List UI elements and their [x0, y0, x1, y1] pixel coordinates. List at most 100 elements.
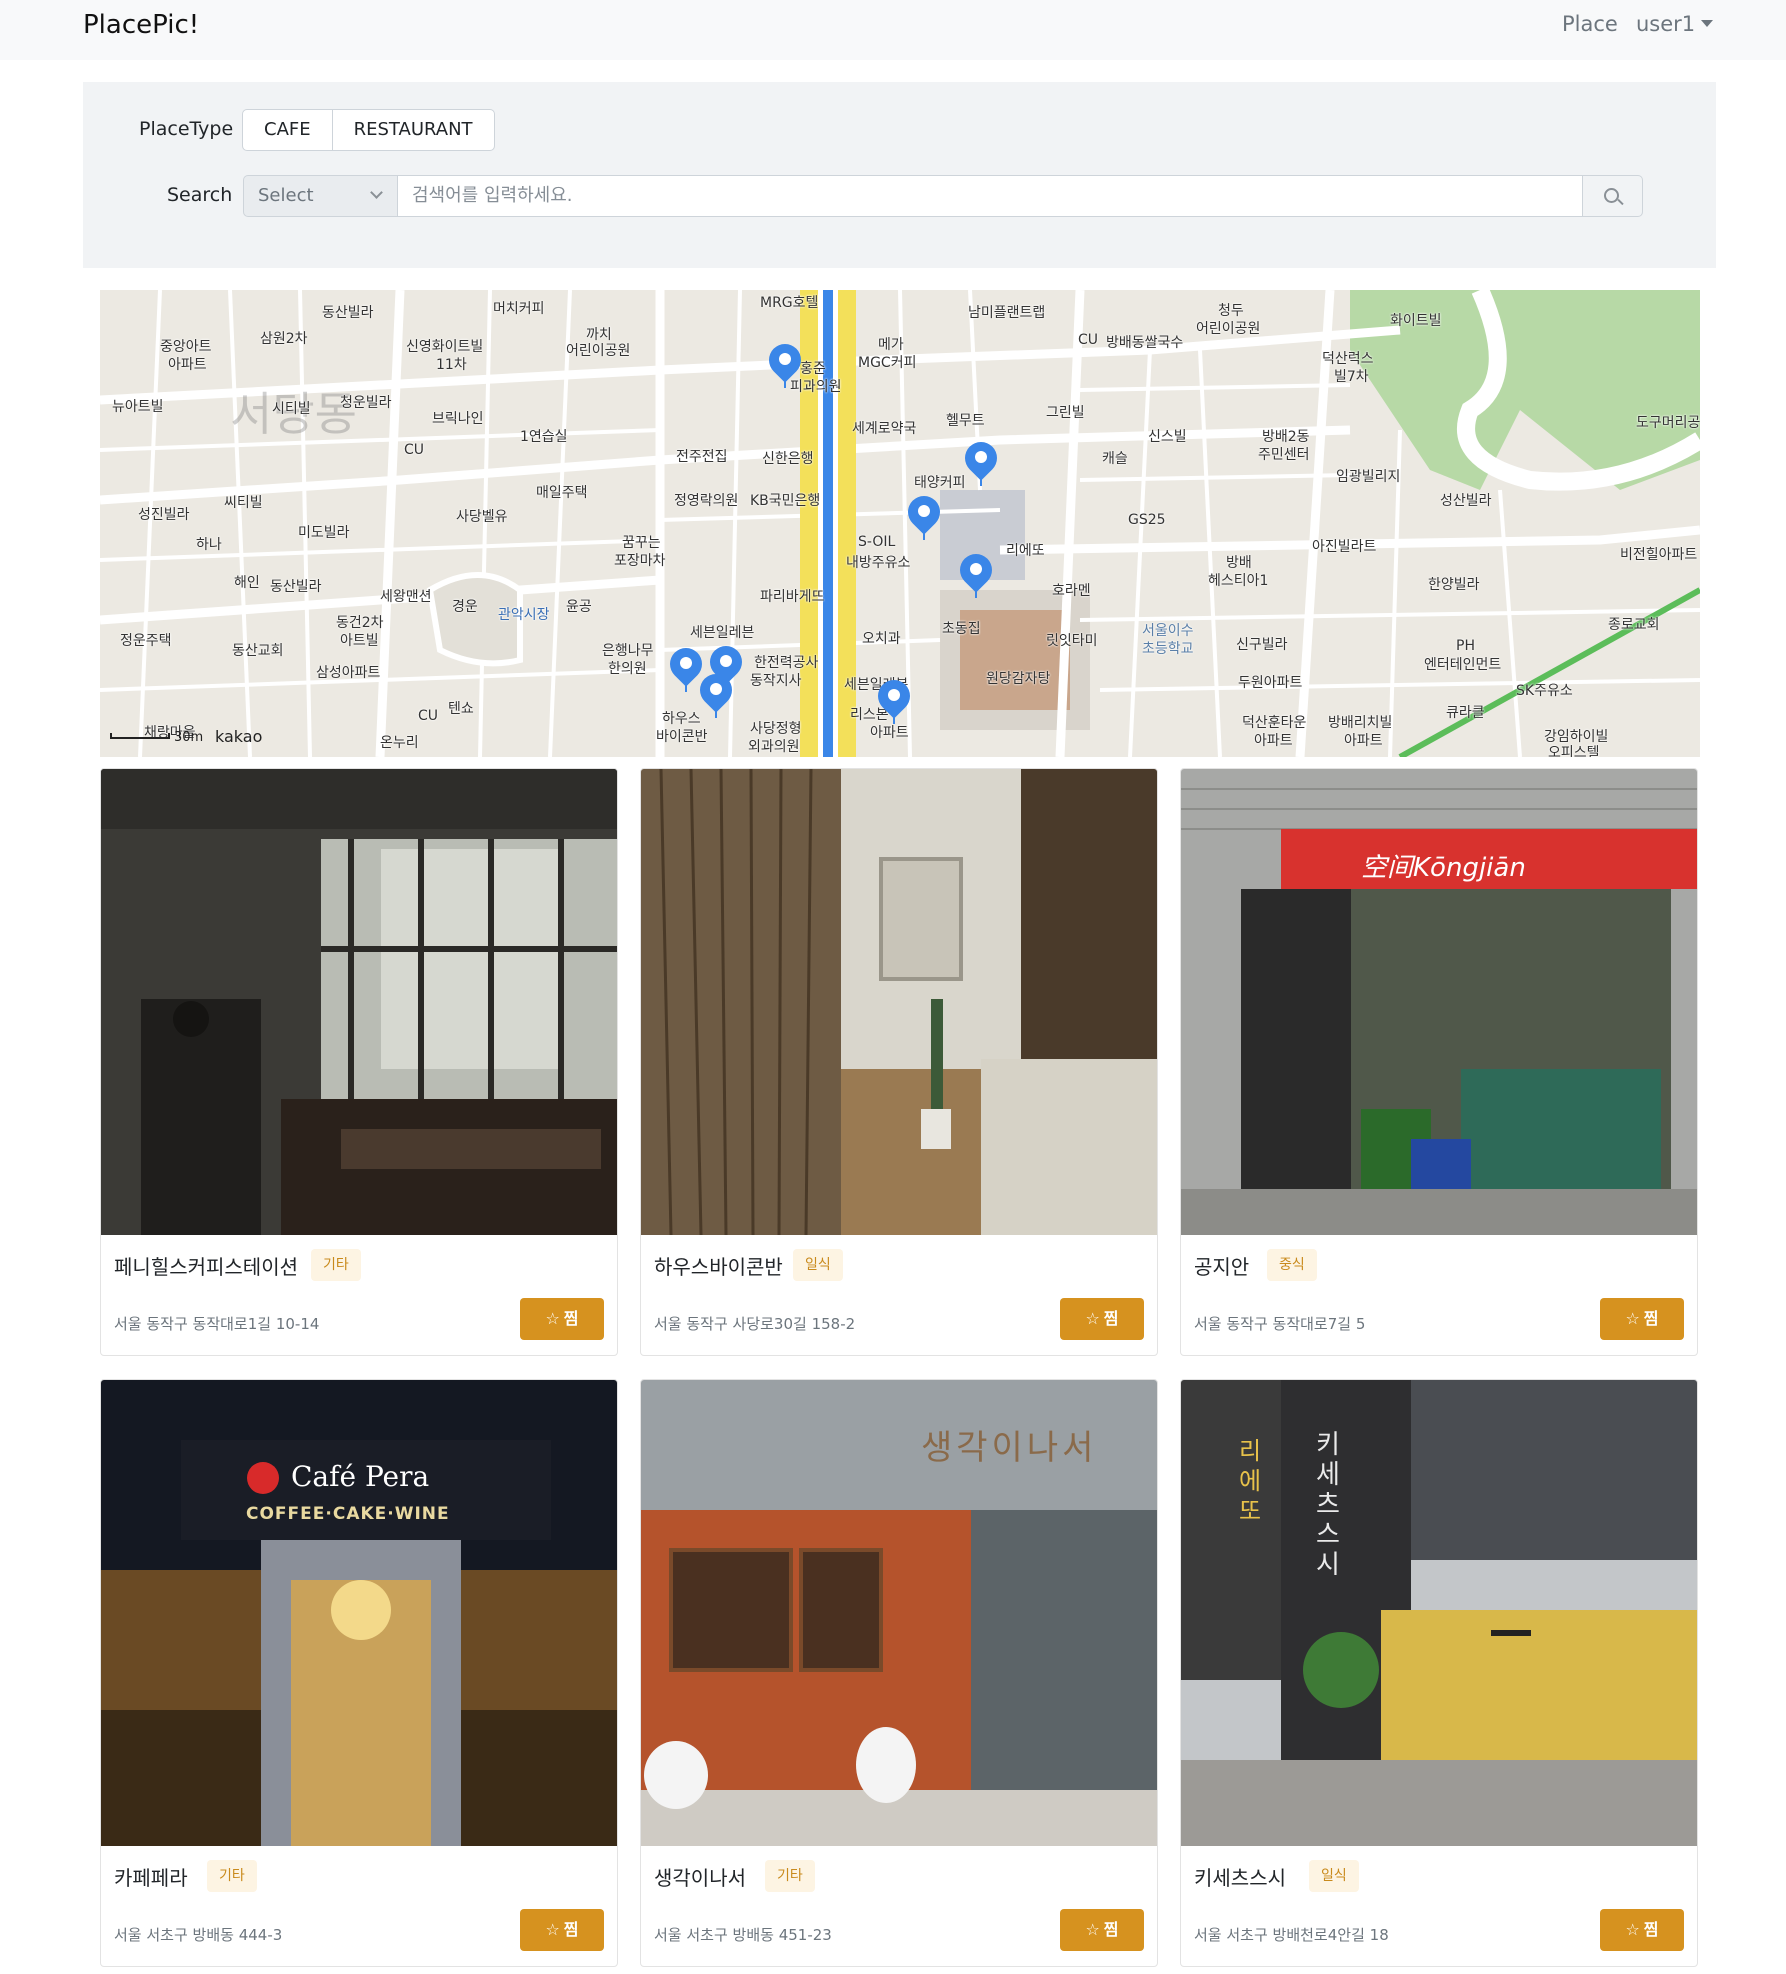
map-poi-label: MGC커피 [858, 355, 917, 371]
place-type-restaurant-button[interactable]: RESTAURANT [331, 110, 494, 150]
category-badge: 일식 [1309, 1860, 1359, 1892]
map-poi-label: PH [1456, 638, 1475, 654]
place-card-body: 키세츠스시 일식 서울 서초구 방배천로4안길 18 ☆ 찜 [1181, 1846, 1697, 1966]
place-photo[interactable]: 생각이나서 [641, 1380, 1157, 1846]
star-icon: ☆ [545, 1309, 560, 1328]
favorite-button[interactable]: ☆ 찜 [1600, 1909, 1684, 1951]
map-poi-label: 청운빌라 [340, 395, 392, 411]
map-marker-pin[interactable] [693, 667, 739, 718]
map-poi-label: 성산빌라 [1440, 493, 1492, 509]
search-input[interactable]: 검색어를 입력하세요. [397, 175, 1583, 217]
place-type-cafe-button[interactable]: CAFE [243, 110, 332, 150]
place-card[interactable]: 키세츠스시 리에또 키세츠스시 일식 서울 서초구 방배천로4안길 18 ☆ 찜 [1180, 1379, 1698, 1967]
map-marker-pin[interactable] [901, 489, 947, 540]
map-poi-label: 온누리 [380, 735, 419, 751]
favorite-button[interactable]: ☆ 찜 [520, 1298, 604, 1340]
map-poi-label: 아트빌 [340, 633, 379, 649]
place-photo[interactable]: Café Pera COFFEE·CAKE·WINE [101, 1380, 617, 1846]
favorite-button-label: 찜 [563, 1920, 579, 1939]
map-marker-pin[interactable] [958, 435, 1004, 486]
map-poi-label: 오치과 [862, 631, 901, 647]
place-card[interactable]: Café Pera COFFEE·CAKE·WINE 카페페라 기타 서울 서초… [100, 1379, 618, 1967]
map-poi-label: 포장마차 [614, 553, 666, 569]
map-poi-label: 방배 [1226, 555, 1252, 571]
map-poi-label: 신스빌 [1148, 429, 1187, 445]
map-poi-label: 오피스텔 [1548, 745, 1600, 757]
place-name[interactable]: 생각이나서 [654, 1862, 746, 1891]
place-name[interactable]: 공지안 [1194, 1251, 1249, 1280]
place-photo[interactable] [641, 769, 1157, 1235]
favorite-button-label: 찜 [1103, 1309, 1119, 1328]
favorite-button-label: 찜 [1643, 1309, 1659, 1328]
favorite-button[interactable]: ☆ 찜 [1060, 1298, 1144, 1340]
map-poi-label: 서울이수 [1142, 623, 1194, 639]
map-poi-label: 리에또 [1006, 543, 1045, 559]
place-photo[interactable]: 空间Kōngjiān [1181, 769, 1697, 1235]
map-poi-label: CU [1078, 332, 1099, 348]
map-poi-label: 정운주택 [120, 633, 172, 649]
star-icon: ☆ [1625, 1309, 1640, 1328]
map-poi-label: 머치커피 [493, 301, 545, 317]
favorite-button[interactable]: ☆ 찜 [1060, 1909, 1144, 1951]
search-type-select[interactable]: Select [243, 175, 397, 217]
search-icon [1604, 188, 1619, 203]
map-scale-bar: 30m [110, 730, 203, 745]
map-poi-label: 방배동쌀국수 [1106, 335, 1184, 351]
category-badge: 일식 [793, 1249, 843, 1281]
map-poi-label: 세계로약국 [852, 421, 917, 437]
map-poi-label: S-OIL [858, 534, 896, 550]
user-menu-dropdown[interactable]: user1 [1636, 12, 1714, 36]
map-poi-label: 빌7차 [1334, 369, 1369, 385]
favorite-button[interactable]: ☆ 찜 [1600, 1298, 1684, 1340]
map-poi-label: 헤스티아1 [1208, 573, 1269, 589]
map-poi-label: 경운 [452, 599, 478, 615]
map-poi-label: 브릭나인 [432, 411, 484, 427]
map-marker-pin[interactable] [663, 641, 709, 692]
map-scale-label: 30m [174, 730, 204, 745]
kakao-map[interactable]: 서당동 동산빌라 삼원2차 머치커피 중앙아트 아파트 신영화이트빌 11차 까… [100, 290, 1700, 757]
map-poi-label: MRG호텔 [760, 295, 819, 311]
map-poi-label: 헬무트 [946, 413, 985, 429]
storefront-sign-subtext: COFFEE·CAKE·WINE [246, 1504, 450, 1524]
place-name[interactable]: 카페페라 [114, 1862, 188, 1891]
brand-logo[interactable]: PlacePic! [83, 10, 199, 40]
place-card[interactable]: 생각이나서 생각이나서 기타 서울 서초구 방배동 451-23 ☆ 찜 [640, 1379, 1158, 1967]
map-poi-label: 사당벨유 [456, 509, 508, 525]
place-photo[interactable] [101, 769, 617, 1235]
map-poi-label: 내방주유소 [846, 555, 911, 571]
place-name[interactable]: 하우스바이콘반 [654, 1251, 783, 1280]
map-poi-label: 방배리치빌 [1328, 715, 1393, 731]
cafe-interior-photo [101, 769, 617, 1235]
map-poi-label: 파리바게뜨 [760, 589, 825, 605]
favorite-button[interactable]: ☆ 찜 [520, 1909, 604, 1951]
map-poi-label: 1연습실 [520, 429, 568, 445]
place-card[interactable]: 空间Kōngjiān 공지안 중식 서울 동작구 동작대로7길 5 ☆ 찜 [1180, 768, 1698, 1356]
map-poi-label: 윤공 [566, 599, 592, 615]
star-icon: ☆ [545, 1920, 560, 1939]
map-poi-label: 비전힐아파트 [1620, 547, 1698, 563]
place-type-toggle-group: CAFE RESTAURANT [242, 109, 495, 151]
place-address: 서울 서초구 방배동 451-23 [654, 1926, 832, 1944]
place-name[interactable]: 키세츠스시 [1194, 1862, 1286, 1891]
map-marker-pin[interactable] [953, 547, 999, 598]
map-poi-label: 동작지사 [750, 673, 802, 689]
map-poi-label: 남미플랜트랩 [968, 305, 1046, 321]
category-badge: 기타 [311, 1249, 361, 1281]
map-poi-label: 주민센터 [1258, 447, 1310, 463]
search-button[interactable] [1583, 175, 1643, 217]
map-poi-label: 아파트 [1344, 733, 1383, 749]
place-photo[interactable]: 키세츠스시 리에또 [1181, 1380, 1697, 1846]
map-marker-pin[interactable] [871, 673, 917, 724]
map-poi-label: 화이트빌 [1390, 313, 1442, 329]
place-name[interactable]: 페니힐스커피스테이션 [114, 1251, 298, 1280]
map-poi-label: 세븐일레븐 [690, 625, 755, 641]
map-marker-pin[interactable] [762, 337, 808, 388]
map-poi-label: 큐라클 [1446, 705, 1485, 721]
map-poi-label: GS25 [1128, 512, 1166, 528]
place-card[interactable]: 하우스바이콘반 일식 서울 동작구 사당로30길 158-2 ☆ 찜 [640, 768, 1158, 1356]
nav-link-place[interactable]: Place [1562, 12, 1618, 36]
place-card[interactable]: 페니힐스커피스테이션 기타 서울 동작구 동작대로1길 10-14 ☆ 찜 [100, 768, 618, 1356]
map-poi-label: 해인 [234, 575, 260, 591]
storefront-sign-subtext: 리에또 [1239, 1437, 1262, 1525]
map-poi-label: 초등학교 [1142, 641, 1194, 657]
